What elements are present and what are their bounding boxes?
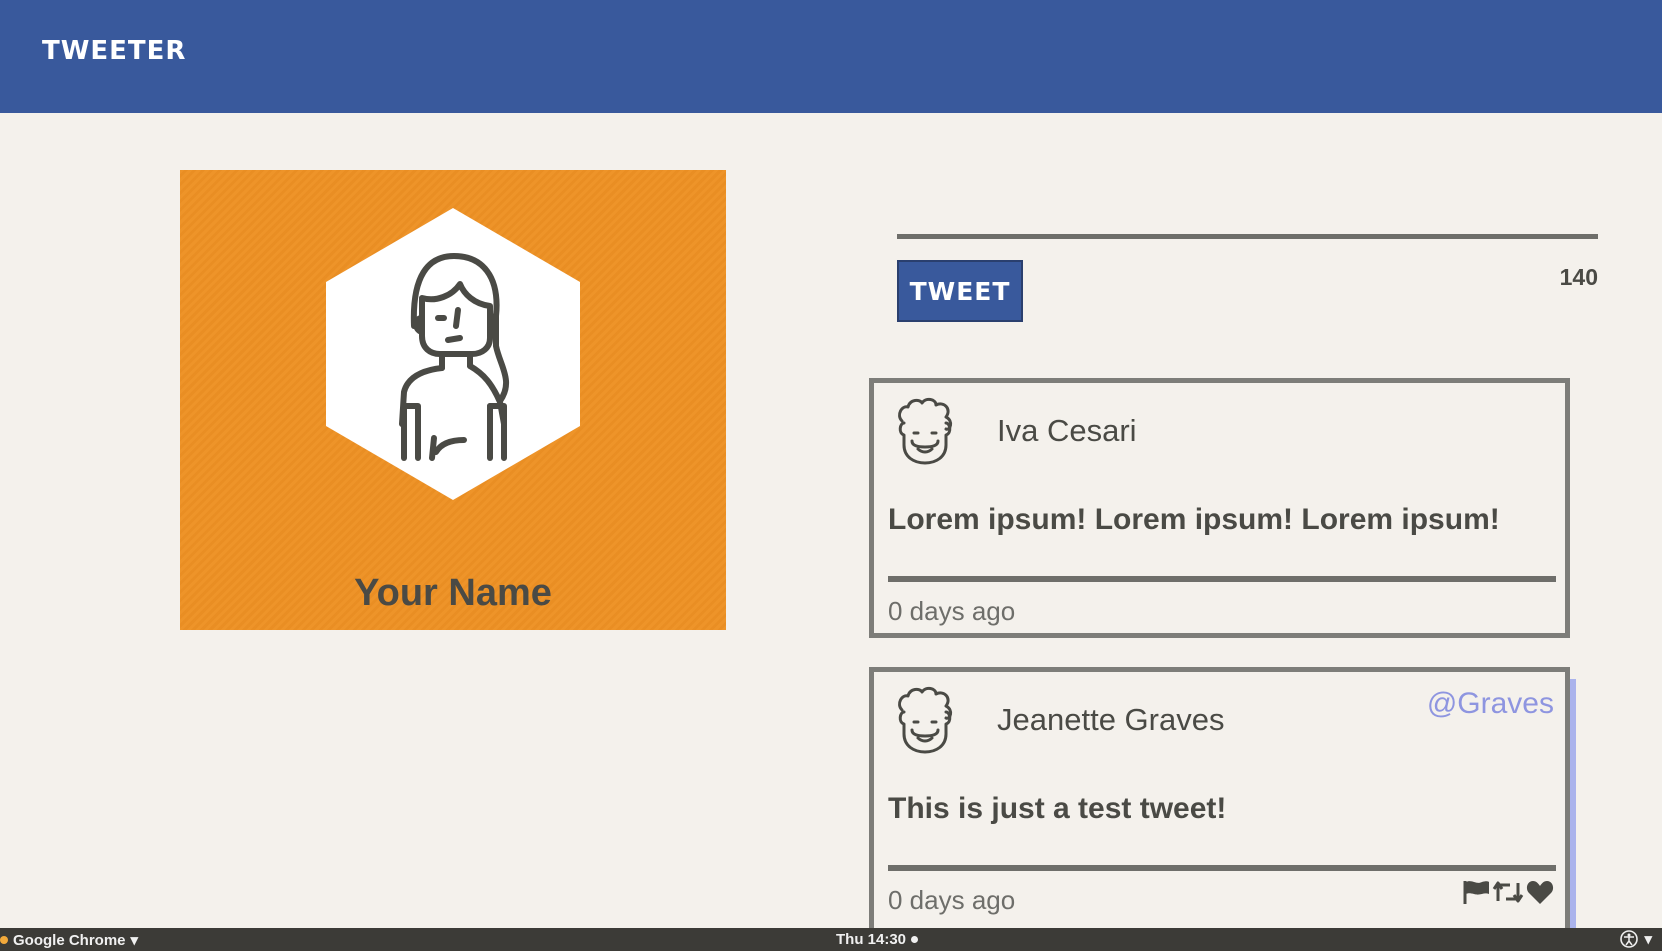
profile-card: Your Name <box>180 170 726 630</box>
tweet-author[interactable]: Iva Cesari <box>997 413 1137 449</box>
char-counter: 140 <box>1559 264 1598 290</box>
heart-icon[interactable] <box>1526 879 1554 905</box>
chevron-down-icon: ▾ <box>1644 931 1652 948</box>
clock-text: Thu 14:30 <box>836 931 907 948</box>
tweet-author[interactable]: Jeanette Graves <box>997 702 1224 738</box>
notification-dot-icon <box>911 936 919 943</box>
taskbar-app-name: Google Chrome <box>13 931 126 949</box>
chevron-down-icon: ▾ <box>130 932 139 949</box>
user-avatar-icon <box>898 397 953 465</box>
tweet-divider <box>888 576 1556 582</box>
compose-input-line[interactable] <box>897 234 1598 239</box>
user-avatar-icon <box>898 686 953 754</box>
retweet-icon[interactable] <box>1492 879 1524 905</box>
tweet-handle[interactable]: @Graves <box>1427 687 1554 721</box>
taskbar-app-menu[interactable]: Google Chrome ▾ <box>0 931 138 949</box>
tweet-actions <box>1462 879 1554 905</box>
accessibility-icon <box>1620 930 1639 948</box>
system-taskbar: Google Chrome ▾ Thu 14:30 ▾ <box>0 928 1662 951</box>
top-navbar: TWEETER <box>0 0 1662 113</box>
taskbar-system-menu[interactable]: ▾ <box>1620 930 1652 948</box>
tweet-timestamp: 0 days ago <box>888 885 1016 915</box>
brand-logo[interactable]: TWEETER <box>42 36 186 66</box>
tweet-timestamp: 0 days ago <box>888 596 1016 626</box>
tweet-text: This is just a test tweet! <box>888 792 1227 825</box>
tweet-text: Lorem ipsum! Lorem ipsum! Lorem ipsum! <box>888 503 1500 536</box>
chrome-icon <box>0 936 8 944</box>
tweet-divider <box>888 865 1556 871</box>
flag-icon[interactable] <box>1462 879 1490 905</box>
taskbar-clock[interactable]: Thu 14:30 <box>836 931 919 948</box>
user-avatar-icon <box>326 208 580 500</box>
tweet-card: Iva Cesari Lorem ipsum! Lorem ipsum! Lor… <box>869 378 1570 638</box>
profile-name: Your Name <box>354 572 552 614</box>
tweet-card: Jeanette Graves @Graves This is just a t… <box>869 667 1570 929</box>
tweet-hover-shadow <box>1570 679 1576 929</box>
tweet-button[interactable]: TWEET <box>897 260 1023 322</box>
